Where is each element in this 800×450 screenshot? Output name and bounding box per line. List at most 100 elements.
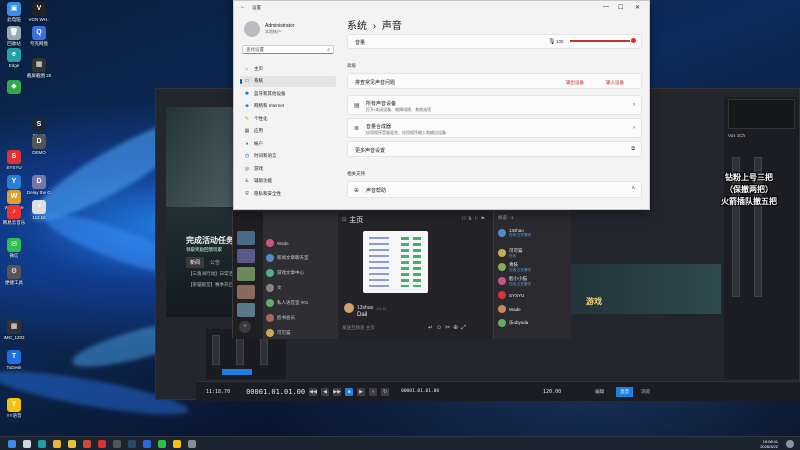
volume-card[interactable]: 音量 🎙 100 <box>347 34 642 49</box>
desktop-icon[interactable]: Q 夸克网盘 <box>27 26 51 46</box>
microphone-icon[interactable]: 🎙 <box>548 38 556 45</box>
server-avatar[interactable] <box>237 285 255 299</box>
server-sidebar[interactable]: + <box>233 211 263 339</box>
chrome-icon[interactable] <box>53 440 61 448</box>
chevron-right-icon[interactable]: › <box>633 125 635 131</box>
nav-item[interactable]: ✎ 个性化 <box>240 113 336 124</box>
search-icon[interactable]: ⌕ <box>327 46 330 54</box>
message-author[interactable]: 13shao <box>357 305 373 311</box>
desktop-icon[interactable]: ♪ 网易云音乐 <box>2 205 26 225</box>
channel-strip-highlight[interactable] <box>222 369 252 375</box>
member-item[interactable]: 13shao 在线·正在聊天 <box>494 227 571 239</box>
nav-item[interactable]: ● 帐户 <box>240 138 336 149</box>
settings-window[interactable]: ← 设置 — ☐ ✕ Administrator 本地帐户 查找设置 ⌕ ⌂ 主页… <box>233 0 650 210</box>
nav-item[interactable]: ◎ 游戏 <box>240 163 336 174</box>
back-arrow-icon[interactable]: ← <box>240 4 246 10</box>
server-avatar[interactable] <box>237 267 255 281</box>
tab-notice[interactable]: 公告 <box>206 257 224 268</box>
record-icon[interactable]: ● <box>369 387 378 396</box>
daw-inspector-panel[interactable]: Vox 1Ch <box>724 97 799 379</box>
settings-icon[interactable] <box>188 440 196 448</box>
server-avatar[interactable] <box>237 231 255 245</box>
channel-list[interactable]: Wade 新闻文章聊天室 游戏文章中心文私人语音室 #01 脸书会员 可可猫 <box>263 211 338 339</box>
troubleshoot-output-button[interactable]: 输出设备 <box>566 80 584 86</box>
search-input[interactable]: 查找设置 ⌕ <box>242 45 334 54</box>
server-avatar[interactable] <box>237 249 255 263</box>
steam-icon[interactable] <box>128 440 136 448</box>
yy-icon[interactable] <box>173 440 181 448</box>
daw-icon[interactable] <box>143 440 151 448</box>
mix-button[interactable]: 混音 <box>616 386 634 397</box>
edit-button[interactable]: 编辑 <box>595 389 604 395</box>
desktop-icon[interactable]: e Edge <box>2 48 26 68</box>
wegame-icon[interactable] <box>83 440 91 448</box>
close-icon[interactable]: ✕ <box>635 4 640 11</box>
avatar[interactable] <box>344 303 354 313</box>
chat-main-pane[interactable]: ⊡ 主页 ⚇⇅⚐⚑ 13shao 19:11 Dail 发送至频道 主页 ↵☺✂… <box>338 211 493 339</box>
nav-item[interactable]: ▭ 系统 <box>240 75 336 87</box>
channel-item[interactable]: 游戏文章中心 <box>263 267 338 279</box>
chat-input-tools[interactable]: ↵☺✂⊕⤢ <box>428 324 469 332</box>
game-right-banner[interactable]: 游戏 <box>571 264 721 314</box>
desktop-icon[interactable]: ≡ 112.txt <box>27 200 51 220</box>
chat-input[interactable]: 发送至频道 主页 <box>342 325 375 331</box>
chevron-up-icon[interactable]: ˄ <box>631 186 635 192</box>
nav-item[interactable]: ✱ 蓝牙和其他设备 <box>240 88 336 99</box>
channel-item[interactable]: 文 <box>263 282 338 294</box>
volume-mixer-card[interactable]: ≣ 音量合成器 应用程序音量混合、应用程序输入和输出设备 › <box>347 118 642 138</box>
maximize-icon[interactable]: ☐ <box>618 4 623 11</box>
chevron-right-icon[interactable]: › <box>633 102 635 108</box>
volume-slider-thumb[interactable] <box>630 37 637 44</box>
desktop-icon[interactable]: ✉ 微信 <box>2 238 26 258</box>
search-icon[interactable] <box>23 440 31 448</box>
wechat-icon[interactable] <box>158 440 166 448</box>
breadcrumb-parent[interactable]: 系统 <box>347 21 367 32</box>
avatar[interactable] <box>244 21 260 37</box>
desktop-icon[interactable]: DDelay the Game 2 <box>27 175 51 195</box>
nav-item[interactable]: ▦ 应用 <box>240 126 336 137</box>
desktop-icon[interactable]: Y YY语音 <box>2 398 26 418</box>
desktop-icon[interactable]: ◆ <box>2 80 26 95</box>
folder-icon[interactable] <box>68 440 76 448</box>
desktop-icon[interactable]: S SYSYU <box>2 150 26 170</box>
channel-item[interactable]: 可可猫 <box>263 327 338 339</box>
member-item[interactable]: 青枝 在线·正在聊天 <box>494 261 571 273</box>
channel-item[interactable]: 私人语音室 #01 <box>263 297 338 309</box>
member-item[interactable]: 脸小小猫 在线·正在聊天 <box>494 275 571 287</box>
settings-titlebar[interactable]: ← 设置 — ☐ ✕ <box>234 1 651 15</box>
chat-window[interactable]: + Wade 新闻文章聊天室 游戏文章中心文私人语音室 #01 脸书会员 可可猫 ⊡ 主… <box>232 210 571 339</box>
sound-help-card[interactable]: ⊕ 声音帮助 ˄ <box>347 181 642 198</box>
app-icon[interactable] <box>113 440 121 448</box>
nav-item[interactable]: ◈ 网络和 Internet <box>240 101 336 112</box>
member-item[interactable]: SYSYU <box>494 289 571 301</box>
channel-fader[interactable] <box>212 335 220 365</box>
user-profile[interactable]: Administrator 本地帐户 <box>244 21 294 37</box>
more-sound-settings-card[interactable]: 更多声音设置 ⧉ <box>347 141 642 157</box>
tray-clock[interactable]: 19:08:11 2026/3/22 <box>760 439 778 449</box>
forward-icon[interactable]: ▶▶ <box>333 387 342 396</box>
notification-icon[interactable] <box>786 440 794 448</box>
server-avatar[interactable] <box>237 303 255 317</box>
add-server-icon[interactable]: + <box>239 321 251 333</box>
netease-icon[interactable] <box>98 440 106 448</box>
desktop-icon[interactable]: D DEMO <box>27 135 51 155</box>
member-list[interactable]: 频道 · 1 13shao 在线·正在聊天 可可猫 在线 青枝 在线·正在聊天 脸小小猫 在线… <box>493 211 571 339</box>
member-item[interactable]: Wade <box>494 303 571 315</box>
troubleshoot-input-button[interactable]: 输入设备 <box>606 80 624 86</box>
nav-item[interactable]: ⌂ 主页 <box>240 63 336 74</box>
start-icon[interactable] <box>8 440 16 448</box>
channel-item[interactable]: 脸书会员 <box>263 312 338 324</box>
rewind-icon[interactable]: ◀◀ <box>309 387 318 396</box>
desktop-icon[interactable]: T ToDesk <box>2 350 26 370</box>
play-icon[interactable]: ▶ <box>357 387 366 396</box>
game-news-item[interactable]: 【三角洲行动】日常活动 <box>188 271 238 277</box>
external-link-icon[interactable]: ⧉ <box>631 146 635 152</box>
shared-screenshot-image[interactable] <box>363 231 428 293</box>
chat-header-tools[interactable]: ⚇⇅⚐⚑ <box>461 216 487 222</box>
all-sound-devices-card[interactable]: ▤ 所有声音设备 打开/关闭设备、故障排除、其他选项 › <box>347 95 642 115</box>
channel-item[interactable]: Wade <box>263 237 338 249</box>
daw-transport-bar[interactable]: 11:18.70 00001.01.01.00 ◀◀ ◀ ▶▶ ■ ▶ ● ↻ … <box>196 381 800 401</box>
channel-fader[interactable] <box>236 335 244 365</box>
troubleshoot-card[interactable]: 排查常见声音问题 输出设备 输入设备 <box>347 73 642 89</box>
stop-icon[interactable]: ■ <box>345 387 354 396</box>
